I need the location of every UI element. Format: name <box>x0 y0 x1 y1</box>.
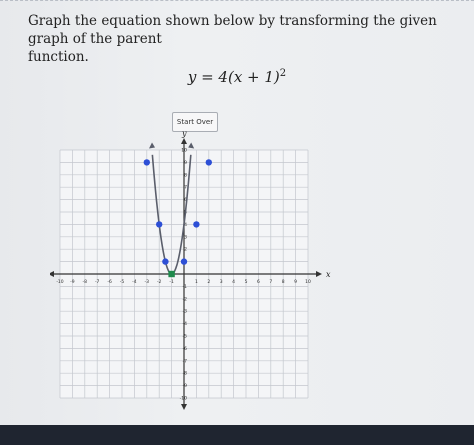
x-axis-label: x <box>326 270 331 279</box>
y-tick-label: -8 <box>183 371 188 377</box>
top-divider <box>0 0 474 7</box>
x-tick-label: 1 <box>195 279 198 285</box>
vertex-point[interactable] <box>168 270 175 278</box>
plotted-point[interactable] <box>162 258 169 265</box>
x-axis-arrow-right <box>316 271 322 277</box>
x-tick-label: -7 <box>95 279 100 285</box>
y-tick-label: 8 <box>184 172 187 178</box>
x-tick-label: 5 <box>245 279 248 285</box>
x-tick-label: -8 <box>83 279 88 285</box>
y-tick-label: 2 <box>184 247 187 253</box>
x-tick-label: 6 <box>257 279 260 285</box>
y-axis-arrow-down <box>181 404 187 410</box>
curve-arrow-right <box>188 142 195 149</box>
x-tick-label: -3 <box>145 279 150 285</box>
prompt-line-1: Graph the equation shown below by transf… <box>28 13 437 47</box>
y-tick-label: 9 <box>184 160 187 166</box>
coordinate-graph[interactable]: x y -10 -9 -8 -7 -6 -5 -4 -3 -2 -1 1 2 3 4 5 6 7 8 9 10 -10 -9 -… <box>50 130 340 420</box>
x-tick-label: 10 <box>305 279 311 285</box>
worksheet-page: Graph the equation shown below by transf… <box>0 0 474 425</box>
x-tick-label: 3 <box>220 279 223 285</box>
x-tick-label: 8 <box>282 279 285 285</box>
plotted-point[interactable] <box>180 258 188 265</box>
x-axis-arrow-left <box>50 271 54 277</box>
x-tick-label: -4 <box>132 279 137 285</box>
y-tick-label: 3 <box>184 234 187 240</box>
y-tick-label: -2 <box>183 296 188 302</box>
plotted-point[interactable] <box>205 159 212 166</box>
y-tick-label: -4 <box>183 321 188 327</box>
y-tick-label: -6 <box>183 346 188 352</box>
x-tick-label: -10 <box>56 279 63 285</box>
start-over-button[interactable]: Start Over <box>172 112 218 132</box>
prompt-line-2: function. <box>28 49 89 65</box>
x-tick-label: 9 <box>294 279 297 285</box>
y-axis-arrow-up <box>181 138 187 144</box>
y-tick-label: 10 <box>181 148 187 154</box>
equation-base: y = 4(x + 1) <box>187 68 280 86</box>
x-tick-label: -5 <box>120 279 125 285</box>
y-tick-label: -9 <box>183 383 188 389</box>
y-tick-label: -10 <box>180 396 187 402</box>
y-axis-label: y <box>181 130 187 138</box>
y-tick-label: -7 <box>183 358 188 364</box>
y-tick-label: -1 <box>183 284 188 290</box>
x-tick-label: -9 <box>70 279 75 285</box>
equation: y = 4(x + 1)2 <box>0 68 474 86</box>
plotted-point[interactable] <box>156 221 163 228</box>
curve-arrow-left <box>149 142 156 149</box>
equation-exponent: 2 <box>279 68 287 79</box>
y-tick-label: -3 <box>183 309 188 315</box>
y-tick-label: 7 <box>184 185 187 191</box>
x-tick-label: 4 <box>232 279 235 285</box>
question-prompt: Graph the equation shown below by transf… <box>28 12 468 66</box>
plotted-point[interactable] <box>143 159 150 166</box>
x-tick-label: -2 <box>157 279 162 285</box>
y-tick-label: -5 <box>183 334 188 340</box>
plotted-point[interactable] <box>193 221 200 228</box>
x-tick-label: 2 <box>207 279 210 285</box>
x-tick-label: -1 <box>169 279 174 285</box>
bottom-taskbar <box>0 425 474 445</box>
x-tick-label: 7 <box>269 279 272 285</box>
x-tick-label: -6 <box>107 279 112 285</box>
